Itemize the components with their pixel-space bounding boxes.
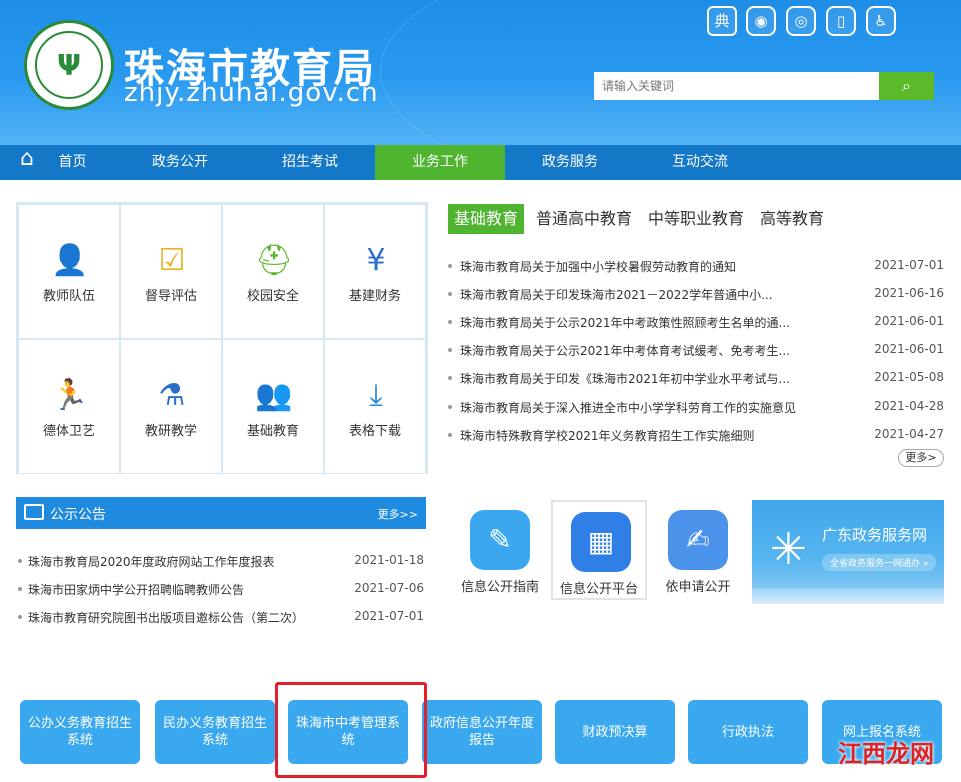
app-apply-disclosure[interactable]: ✍ 依申请公开: [650, 500, 746, 600]
grid-sports[interactable]: 🏃 德体卫艺: [18, 339, 120, 474]
btn-private-enroll[interactable]: 民办义务教育招生系统: [155, 700, 275, 764]
grid-safety[interactable]: ⛑ 校园安全: [222, 204, 324, 339]
category-grid: 👤 教师队伍 ☑ 督导评估 ⛑ 校园安全 ¥ 基建财务 🏃 德体卫艺 ⚗ 教研教学 👥 基础教…: [16, 202, 428, 474]
helmet-icon: ⛑: [254, 243, 294, 278]
btn-budget[interactable]: 财政预决算: [555, 700, 675, 764]
main-nav: 首页 政务公开 招生考试 业务工作 政务服务 互动交流: [0, 145, 961, 180]
btn-public-enroll[interactable]: 公办义务教育招生系统: [20, 700, 140, 764]
site-domain: zhjy.zhuhai.gov.cn: [124, 78, 379, 108]
yen-icon: ¥: [366, 243, 386, 278]
notice-title: 公示公告: [50, 507, 106, 523]
news-item[interactable]: 珠海市教育局关于印发《珠海市2021年初中学业水平考试与... 2021-05-0…: [448, 368, 946, 388]
tab-vocational[interactable]: 中等职业教育: [648, 204, 744, 234]
guangdong-gov-banner[interactable]: ✳ 广东政务服务网 全省政务服务一网通办 »: [752, 500, 944, 604]
nav-services[interactable]: 政务服务: [505, 145, 635, 180]
news-item[interactable]: 珠海市教育局关于深入推进全市中小学学科劳育工作的实施意见 2021-04-28: [448, 397, 946, 417]
tab-higher-edu[interactable]: 高等教育: [760, 204, 824, 234]
teacher-icon: 👤: [51, 243, 89, 278]
site-header: Ψ 珠海市教育局 zhjy.zhuhai.gov.cn 典 ◉ ◎ ▯ ♿ ⌕: [0, 0, 961, 145]
news-more-button[interactable]: 更多>: [898, 449, 944, 467]
wechat-icon[interactable]: ◉: [746, 6, 776, 36]
phone-icon[interactable]: ▯: [826, 6, 856, 36]
star-logo-icon: ✳: [770, 524, 807, 575]
apps-grid-icon: ▦: [571, 512, 631, 572]
nav-business[interactable]: 业务工作: [375, 145, 505, 180]
tab-basic-edu[interactable]: 基础教育: [448, 204, 525, 234]
search-icon: ⌕: [902, 76, 911, 95]
nav-enrollment[interactable]: 招生考试: [245, 145, 375, 180]
accessibility-icon[interactable]: ♿: [866, 6, 896, 36]
home-icon: ⌂: [20, 146, 34, 171]
btn-zhongkao-system[interactable]: 珠海市中考管理系统: [288, 700, 408, 764]
notice-item[interactable]: 珠海市教育研究院图书出版项目邀标公告（第二次） 2021-07-01: [16, 607, 426, 627]
btn-law-enforcement[interactable]: 行政执法: [688, 700, 808, 764]
news-item[interactable]: 珠海市特殊教育学校2021年义务教育招生工作实施细则 2021-04-27: [448, 425, 946, 445]
search-button[interactable]: ⌕: [879, 72, 934, 100]
compass-icon: ✎: [470, 510, 530, 570]
grid-basic-edu[interactable]: 👥 基础教育: [222, 339, 324, 474]
grid-supervision[interactable]: ☑ 督导评估: [120, 204, 222, 339]
search-input[interactable]: [594, 72, 879, 100]
app-info-guide[interactable]: ✎ 信息公开指南: [452, 500, 548, 600]
nav-gov-affairs[interactable]: 政务公开: [115, 145, 245, 180]
notice-more-link[interactable]: 更多>>: [378, 506, 418, 522]
logo[interactable]: Ψ: [24, 20, 114, 110]
notice-header: 公示公告 更多>>: [16, 497, 426, 529]
notice-item[interactable]: 珠海市田家炳中学公开招聘临聘教师公告 2021-07-06: [16, 579, 426, 599]
news-item[interactable]: 珠海市教育局关于公示2021年中考政策性照顾考生名单的通... 2021-06-0…: [448, 312, 946, 332]
nav-interaction[interactable]: 互动交流: [635, 145, 765, 180]
download-icon: ⤓: [369, 378, 383, 413]
runner-icon: 🏃: [51, 378, 89, 413]
app-info-platform[interactable]: ▦ 信息公开平台: [551, 500, 647, 600]
news-item[interactable]: 珠海市教育局关于公示2021年中考体育考试缓考、免考考生... 2021-06-0…: [448, 340, 946, 360]
news-item[interactable]: 珠海市教育局关于加强中小学校暑假劳动教育的通知 2021-07-01: [448, 256, 946, 276]
notice-item[interactable]: 珠海市教育局2020年度政府网站工作年度报表 2021-01-18: [16, 551, 426, 571]
monitor-icon: [24, 504, 44, 520]
watermark: 江西龙网: [838, 740, 934, 768]
btn-annual-report[interactable]: 政府信息公开年度报告: [422, 700, 542, 764]
mobile-app-icon[interactable]: 典: [707, 6, 737, 36]
nav-home[interactable]: 首页: [0, 145, 115, 180]
group-icon: 👥: [255, 378, 293, 413]
grid-downloads[interactable]: ⤓ 表格下载: [324, 339, 426, 474]
document-icon: ✍: [668, 510, 728, 570]
tab-high-school[interactable]: 普通高中教育: [536, 204, 632, 234]
weibo-icon[interactable]: ◎: [786, 6, 816, 36]
flask-icon: ⚗: [158, 378, 186, 413]
grid-finance[interactable]: ¥ 基建财务: [324, 204, 426, 339]
grid-research[interactable]: ⚗ 教研教学: [120, 339, 222, 474]
clipboard-check-icon: ☑: [158, 243, 186, 278]
grid-teachers[interactable]: 👤 教师队伍: [18, 204, 120, 339]
news-item[interactable]: 珠海市教育局关于印发珠海市2021－2022学年普通中小... 2021-06-1…: [448, 284, 946, 304]
